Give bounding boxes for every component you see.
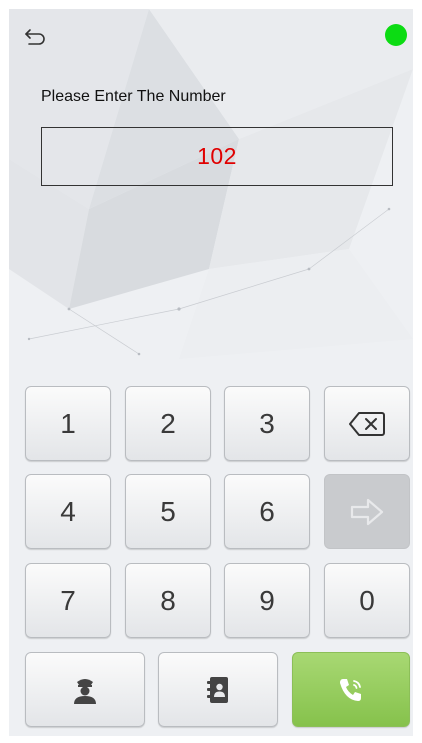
key-6[interactable]: 6: [224, 474, 310, 549]
back-button[interactable]: [23, 25, 51, 49]
backspace-icon: [349, 411, 385, 436]
prompt-label: Please Enter The Number: [41, 88, 226, 105]
call-button[interactable]: [292, 652, 410, 727]
entered-number: 102: [197, 143, 237, 169]
security-guard-button[interactable]: [25, 652, 145, 727]
key-5[interactable]: 5: [125, 474, 211, 549]
contacts-book-icon: [207, 676, 228, 703]
arrow-right-icon: [350, 498, 384, 525]
key-0[interactable]: 0: [324, 563, 410, 638]
phone-call-icon: [340, 678, 361, 701]
background-pattern: [9, 9, 413, 359]
intercom-screen: Please Enter The Number 102 1 2 3 4 5 6 …: [9, 9, 413, 736]
number-display: 102: [41, 127, 393, 186]
key-3[interactable]: 3: [224, 386, 310, 461]
security-guard-icon: [74, 678, 96, 704]
key-9[interactable]: 9: [224, 563, 310, 638]
key-8[interactable]: 8: [125, 563, 211, 638]
key-7[interactable]: 7: [25, 563, 111, 638]
key-1[interactable]: 1: [25, 386, 111, 461]
status-dot-icon: [385, 24, 407, 46]
confirm-button[interactable]: [324, 474, 410, 549]
key-4[interactable]: 4: [25, 474, 111, 549]
backspace-button[interactable]: [324, 386, 410, 461]
contacts-button[interactable]: [158, 652, 278, 727]
key-2[interactable]: 2: [125, 386, 211, 461]
back-arrow-icon: [25, 29, 45, 45]
